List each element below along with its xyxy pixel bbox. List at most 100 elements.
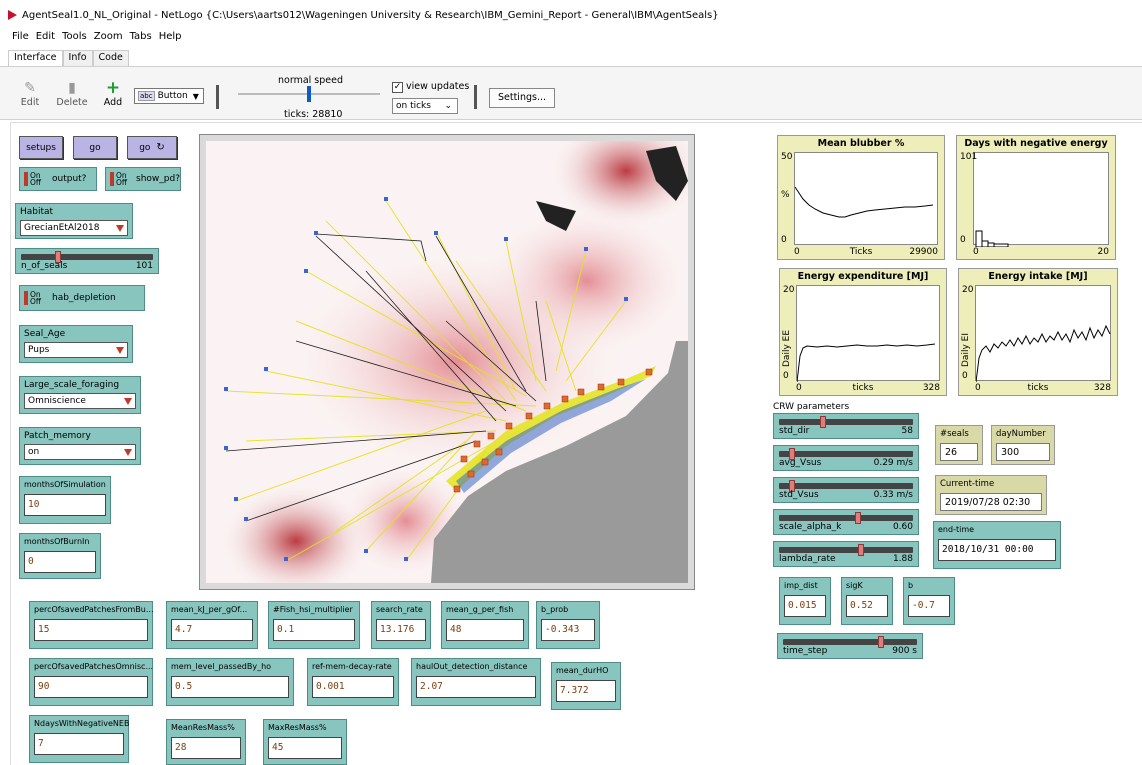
slider-thumb[interactable] [819,416,826,428]
slider-thumb[interactable] [858,544,865,556]
imp-dist-input[interactable]: imp_dist 0.015 [779,577,831,625]
slider-thumb[interactable] [877,636,884,648]
slider-value: 0.60 [892,522,913,532]
chooser-label: Habitat [20,207,54,217]
months-of-simulation-input[interactable]: monthsOfSimulation 10 [19,476,111,524]
window-title: AgentSeal1.0_NL_Original - NetLogo {C:\U… [22,9,719,21]
view-updates-checkbox[interactable]: ✓ [392,82,403,93]
b-input[interactable]: b -0.7 [903,577,955,625]
time-step-slider[interactable]: time_step 900 s [777,633,923,659]
input-value[interactable]: 0 [24,551,96,573]
std-vsus-slider[interactable]: std_Vsus 0.33 m/s [773,477,919,503]
input-value[interactable]: 4.7 [171,619,253,641]
input-value[interactable]: 0.5 [171,676,289,698]
input-value[interactable]: 0.52 [846,595,888,617]
menu-tabs[interactable]: Tabs [130,31,152,47]
input-value[interactable]: 13.176 [376,619,426,641]
go-forever-button[interactable]: go ↻ [127,136,177,159]
update-mode-select[interactable]: on ticks ⌄ [392,98,458,114]
input-value[interactable]: 90 [34,676,148,698]
search-rate-input[interactable]: search_rate 13.176 [371,601,431,649]
input-value[interactable]: 2.07 [416,676,536,698]
fish-hsi-multiplier-input[interactable]: #Fish_hsi_multiplier 0.1 [268,601,360,649]
delete-button[interactable]: ▮ Delete [56,79,88,108]
tab-interface[interactable]: Interface [8,50,63,66]
toggle-lever [24,291,28,305]
menu-file[interactable]: File [12,31,29,47]
mem-level-input[interactable]: mem_level_passedBy_ho 0.5 [166,658,294,706]
input-value[interactable]: 10 [24,494,106,516]
menu-edit[interactable]: Edit [36,31,55,47]
patch-memory-chooser[interactable]: Patch_memory on [19,427,141,465]
add-button[interactable]: + Add [102,79,124,108]
perc-saved-patches-bu-input[interactable]: percOfsavedPatchesFromBu... 15 [29,601,154,649]
input-value[interactable]: 45 [268,737,342,759]
speed-slider-thumb[interactable] [307,86,311,102]
ref-mem-decay-rate-input[interactable]: ref-mem-decay-rate 0.001 [307,658,399,706]
std-dir-slider[interactable]: std_dir 58 [773,413,919,439]
slider-thumb[interactable] [854,512,861,524]
go-forever-button-label: go [139,142,151,153]
end-time-input[interactable]: end-time 2018/10/31 00:00 [933,521,1061,569]
input-value[interactable]: 0.001 [312,676,394,698]
nseals-monitor: #seals 26 [935,425,983,465]
avg-vsus-slider[interactable]: avg_Vsus 0.29 m/s [773,445,919,471]
input-value[interactable]: 28 [171,737,241,759]
switch-label: output? [52,174,87,184]
menu-zoom[interactable]: Zoom [94,31,123,47]
perc-saved-patches-omni-input[interactable]: percOfsavedPatchesOmnisc... 90 [29,658,153,706]
n-of-seals-slider[interactable]: n_of_seals 101 [15,248,159,274]
hab-depletion-switch[interactable]: On Off hab_depletion [19,285,145,311]
widget-type-select[interactable]: abc Button ▼ [134,88,204,104]
show-pd-switch[interactable]: On Off show_pd? [105,167,181,191]
plot-ymin: 0 [962,371,968,381]
menu-help[interactable]: Help [159,31,182,47]
edit-button[interactable]: ✎ Edit [18,79,42,108]
input-label: monthsOfSimulation [24,480,106,489]
mean-kj-per-g-input[interactable]: mean_kJ_per_gOf... 4.7 [166,601,258,649]
haulout-detection-distance-input[interactable]: haulOut_detection_distance 2.07 [411,658,541,706]
switch-off-label: Off [116,178,128,187]
mean-blubber-plot[interactable]: Mean blubber % 50 0 0 29900 Ticks % [777,135,945,260]
lambda-rate-slider[interactable]: lambda_rate 1.88 [773,541,919,567]
energy-expenditure-plot[interactable]: Energy expenditure [MJ] 20 0 0 328 ticks… [779,268,947,396]
input-value[interactable]: 0.1 [273,619,355,641]
input-value[interactable]: -0.343 [541,619,595,641]
input-label: NdaysWithNegativeNEB [34,719,130,728]
settings-button[interactable]: Settings... [489,88,555,108]
input-value[interactable]: -0.7 [908,595,950,617]
tab-info[interactable]: Info [62,50,93,66]
slider-value: 900 s [892,646,917,656]
menu-tools[interactable]: Tools [62,31,87,47]
input-value[interactable]: 7 [34,733,124,755]
months-of-burnin-input[interactable]: monthsOfBurnIn 0 [19,533,101,579]
large-scale-foraging-chooser[interactable]: Large_scale_foraging Omniscience [19,376,141,414]
habitat-chooser[interactable]: Habitat GrecianEtAl2018 [15,203,133,239]
input-value[interactable]: 7.372 [556,680,616,702]
mean-res-mass-input[interactable]: MeanResMass% 28 [166,719,246,765]
mean-g-per-fish-input[interactable]: mean_g_per_fish 48 [441,601,529,649]
world-view[interactable] [199,134,695,590]
input-value[interactable]: 48 [446,619,524,641]
scale-alpha-k-slider[interactable]: scale_alpha_k 0.60 [773,509,919,535]
input-value[interactable]: 2018/10/31 00:00 [938,539,1056,561]
slider-track [779,419,913,425]
input-value[interactable]: 15 [34,619,148,641]
plot-ymax: 50 [781,152,793,162]
setups-button[interactable]: setups [19,136,63,159]
sigk-input[interactable]: sigK 0.52 [841,577,893,625]
netlogo-window: AgentSeal1.0_NL_Original - NetLogo {C:\U… [0,0,1142,765]
energy-intake-plot[interactable]: Energy intake [MJ] 20 0 0 328 ticks Dail… [958,268,1118,396]
tab-code[interactable]: Code [92,50,129,66]
mean-durho-input[interactable]: mean_durHO 7.372 [551,662,621,710]
input-value[interactable]: 0.015 [784,595,826,617]
days-negative-energy-plot[interactable]: Days with negative energy 101 0 0 20 [956,135,1116,260]
output-switch[interactable]: On Off output? [19,167,97,191]
b-prob-input[interactable]: b_prob -0.343 [536,601,600,649]
max-res-mass-input[interactable]: MaxResMass% 45 [263,719,347,765]
seal-age-chooser[interactable]: Seal_Age Pups [19,325,133,363]
slider-label: time_step [783,646,828,656]
plot-area [796,285,940,383]
go-button[interactable]: go [73,136,117,159]
ndays-negative-neb-input[interactable]: NdaysWithNegativeNEB 7 [29,715,129,763]
